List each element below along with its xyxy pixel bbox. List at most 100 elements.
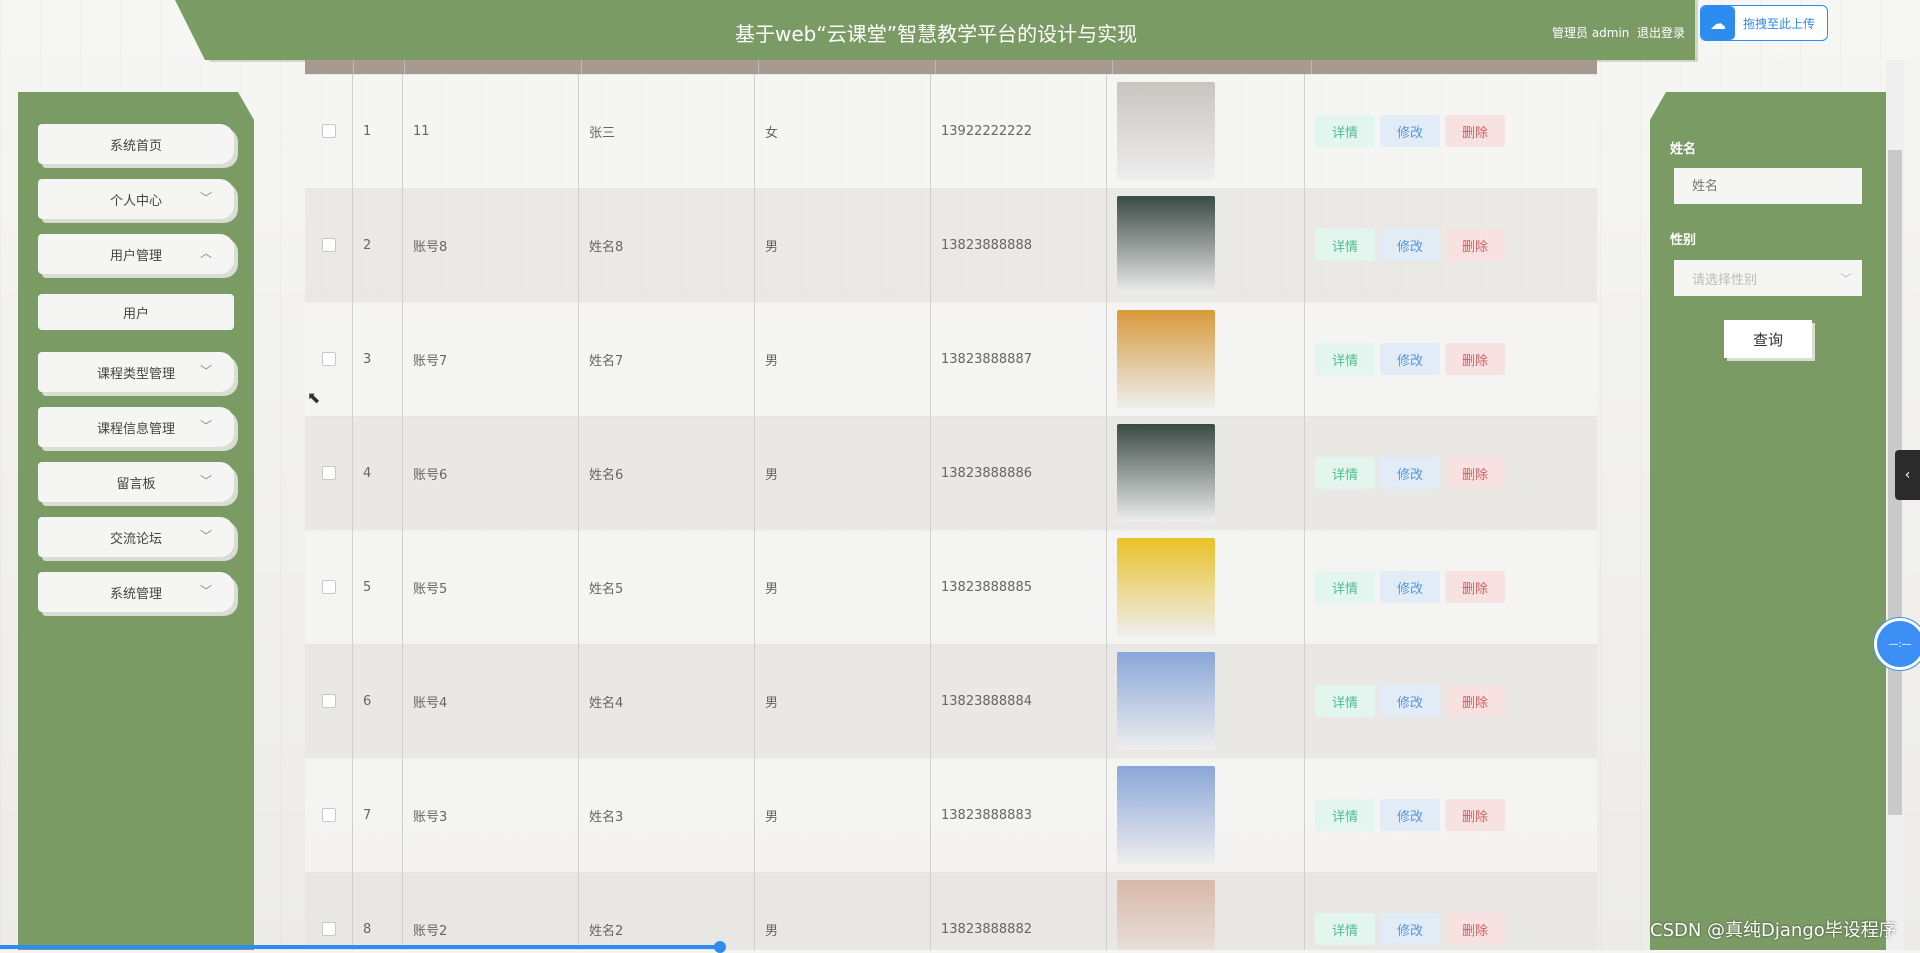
sidebar-item-profile[interactable]: 个人中心 ﹀: [38, 179, 234, 219]
row-checkbox[interactable]: [321, 808, 336, 822]
detail-button[interactable]: 详情: [1315, 571, 1375, 603]
admin-label: 管理员 admin: [1552, 26, 1630, 40]
row-checkbox[interactable]: [321, 124, 336, 138]
user-table: 1 11 张三女 13922222222 详情 修改 删除 2 账号8 姓名8 男 138238888…: [305, 60, 1597, 950]
delete-button[interactable]: 删除: [1445, 913, 1505, 945]
sidebar-subitem-users[interactable]: 用户: [38, 294, 234, 330]
detail-button[interactable]: 详情: [1315, 685, 1375, 717]
sidebar-item-message-board[interactable]: 留言板 ﹀: [38, 462, 234, 502]
row-phone: 13823888884: [931, 644, 1107, 758]
progress-bar: [0, 945, 720, 949]
upload-button[interactable]: ☁ 拖拽至此上传: [1700, 5, 1828, 41]
header-cell: [405, 60, 582, 74]
delete-button[interactable]: 删除: [1445, 571, 1505, 603]
row-actions: 详情 修改 删除: [1305, 188, 1597, 302]
row-checkbox[interactable]: [321, 238, 336, 252]
row-checkbox[interactable]: [321, 580, 336, 594]
detail-button[interactable]: 详情: [1315, 913, 1375, 945]
row-checkbox-cell: [305, 416, 353, 530]
table-row: 8 账号2 姓名2 男 13823888882 详情 修改 删除: [305, 872, 1597, 950]
row-phone: 13823888883: [931, 758, 1107, 872]
logout-link[interactable]: 退出登录: [1637, 24, 1685, 41]
delete-button[interactable]: 删除: [1445, 343, 1505, 375]
chevron-up-icon: ︿: [199, 246, 212, 260]
edit-button[interactable]: 修改: [1380, 571, 1440, 603]
edit-button[interactable]: 修改: [1380, 457, 1440, 489]
detail-button[interactable]: 详情: [1315, 799, 1375, 831]
name-search-input[interactable]: [1674, 168, 1862, 204]
header-cell: [305, 60, 354, 74]
row-name: 姓名3: [579, 758, 755, 872]
sidebar-item-label: 用户管理: [109, 248, 162, 264]
row-actions: 详情 修改 删除: [1305, 74, 1597, 188]
row-checkbox[interactable]: [321, 352, 336, 366]
edit-button[interactable]: 修改: [1380, 685, 1440, 717]
row-account: 账号8: [403, 188, 579, 302]
row-checkbox[interactable]: [321, 922, 336, 936]
row-actions: 详情 修改 删除: [1305, 872, 1597, 950]
sidebar-item-home[interactable]: 系统首页: [38, 124, 234, 164]
table-row: 3 账号7 姓名7 男 13823888887 详情 修改 删除: [305, 302, 1597, 417]
gender-select[interactable]: 请选择性别 ﹀: [1674, 260, 1862, 296]
query-button[interactable]: 查询: [1724, 320, 1812, 358]
row-index: 3: [353, 302, 403, 416]
delete-button[interactable]: 删除: [1445, 799, 1505, 831]
chevron-down-icon: ﹀: [199, 584, 212, 598]
delete-button[interactable]: 删除: [1445, 457, 1505, 489]
delete-button[interactable]: 删除: [1445, 685, 1505, 717]
row-avatar-cell: [1107, 416, 1305, 530]
edit-button[interactable]: 修改: [1380, 799, 1440, 831]
row-account: 账号3: [403, 758, 579, 872]
row-actions: 详情 修改 删除: [1305, 530, 1597, 644]
row-phone: 13922222222: [931, 74, 1107, 188]
row-index: 2: [353, 188, 403, 302]
row-name: 张三: [579, 74, 755, 188]
sidebar-item-forum[interactable]: 交流论坛 ﹀: [38, 517, 234, 557]
row-index: 8: [353, 872, 403, 950]
delete-button[interactable]: 删除: [1445, 115, 1505, 147]
detail-button[interactable]: 详情: [1315, 457, 1375, 489]
edit-button[interactable]: 修改: [1380, 343, 1440, 375]
sidebar-item-course-info[interactable]: 课程信息管理 ﹀: [38, 407, 234, 447]
sidebar-item-course-types[interactable]: 课程类型管理 ﹀: [38, 352, 234, 392]
row-checkbox-cell: [305, 188, 353, 302]
sidebar-item-system[interactable]: 系统管理 ﹀: [38, 572, 234, 612]
chevron-down-icon: ﹀: [199, 419, 212, 433]
row-index: 6: [353, 644, 403, 758]
detail-button[interactable]: 详情: [1315, 343, 1375, 375]
search-panel: 姓名 性别 请选择性别 ﹀ 查询: [1650, 92, 1886, 950]
row-gender: 男: [755, 302, 931, 416]
cloud-upload-icon: ☁: [1701, 6, 1735, 40]
collapse-tab[interactable]: ‹: [1895, 450, 1920, 500]
row-avatar-cell: [1107, 758, 1305, 872]
edit-button[interactable]: 修改: [1380, 115, 1440, 147]
row-phone: 13823888886: [931, 416, 1107, 530]
row-name: 姓名4: [579, 644, 755, 758]
avatar: [1117, 538, 1215, 636]
header-cell: [1113, 60, 1312, 74]
chevron-down-icon: ﹀: [199, 191, 212, 205]
progress-knob[interactable]: [714, 941, 726, 953]
sidebar-item-label: 系统首页: [109, 138, 162, 154]
table-header: [305, 60, 1597, 75]
row-phone: 13823888882: [931, 872, 1107, 950]
mouse-cursor-icon: ⬉: [307, 388, 321, 407]
detail-button[interactable]: 详情: [1315, 229, 1375, 261]
row-account: 账号2: [403, 872, 579, 950]
edit-button[interactable]: 修改: [1380, 229, 1440, 261]
edit-button[interactable]: 修改: [1380, 913, 1440, 945]
row-avatar-cell: [1107, 302, 1305, 416]
row-gender: 女: [755, 74, 931, 188]
detail-button[interactable]: 详情: [1315, 115, 1375, 147]
row-gender: 男: [755, 188, 931, 302]
header-cell: [354, 60, 405, 74]
row-name: 姓名2: [579, 872, 755, 950]
chevron-down-icon: ﹀: [199, 474, 212, 488]
delete-button[interactable]: 删除: [1445, 229, 1505, 261]
table-row: 6 账号4 姓名4 男 13823888884 详情 修改 删除: [305, 644, 1597, 759]
sidebar-item-user-management[interactable]: 用户管理 ︿: [38, 234, 234, 274]
floating-assistant-button[interactable]: —:—: [1874, 618, 1920, 670]
row-checkbox[interactable]: [321, 694, 336, 708]
row-checkbox[interactable]: [321, 466, 336, 480]
sidebar-item-label: 系统管理: [109, 586, 162, 602]
